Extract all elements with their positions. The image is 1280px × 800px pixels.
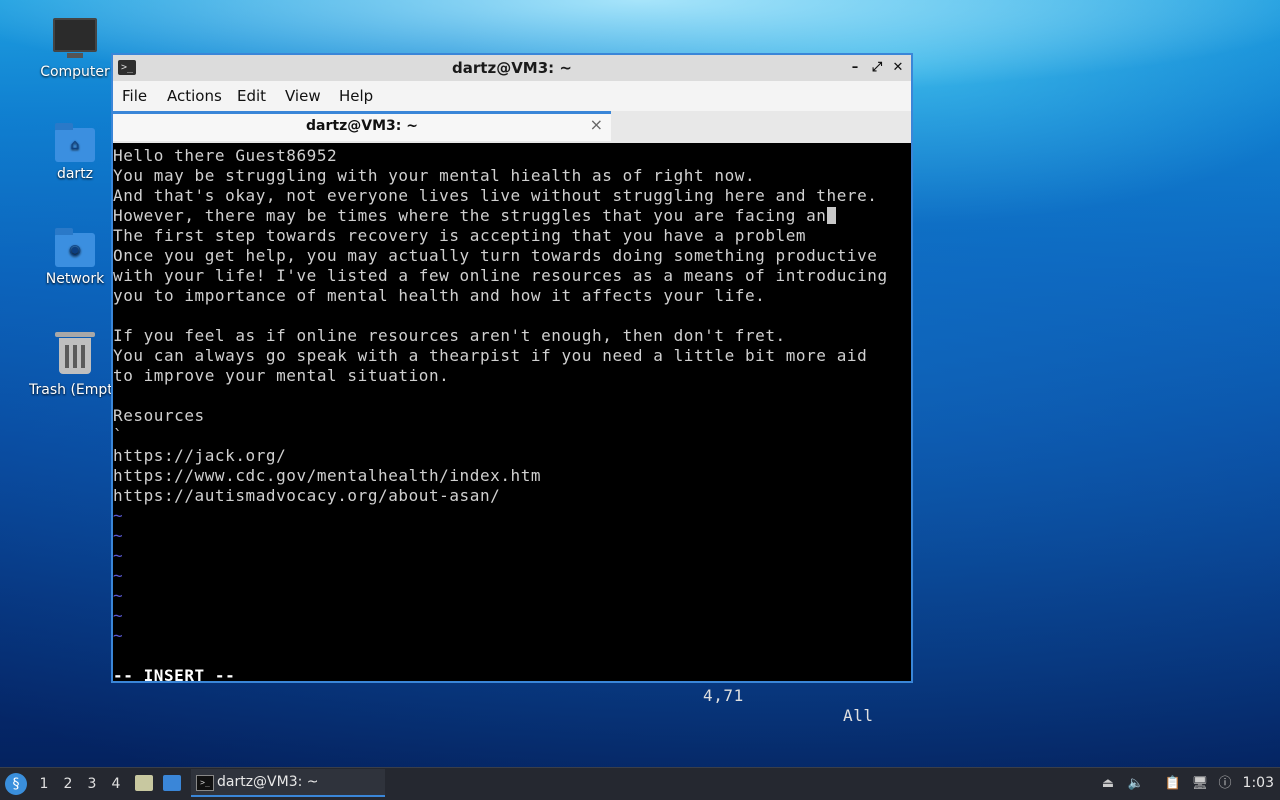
- taskbar-task-terminal[interactable]: >_ dartz@VM3: ~: [191, 769, 385, 797]
- network-folder-icon: ◉: [55, 228, 95, 267]
- terminal-line: However, there may be times where the st…: [113, 206, 911, 226]
- tab-terminal[interactable]: dartz@VM3: ~ ×: [113, 111, 611, 141]
- workspace-1[interactable]: 1: [33, 774, 55, 794]
- terminal-line: with your life! I've listed a few online…: [113, 266, 888, 285]
- empty-line-marker: ~: [113, 506, 124, 525]
- desktop-icon-trash[interactable]: Trash (Empty): [29, 332, 121, 398]
- menu-file[interactable]: File: [122, 87, 147, 105]
- empty-line-marker: ~: [113, 526, 124, 545]
- tab-bar: dartz@VM3: ~ ×: [113, 111, 911, 143]
- window-titlebar[interactable]: >_ dartz@VM3: ~ – ⤢ ✕: [113, 55, 911, 81]
- start-menu-icon[interactable]: §: [5, 773, 27, 795]
- vim-status-line: -- INSERT -- 4,71 All: [113, 646, 911, 725]
- clipboard-icon[interactable]: 📋: [1164, 775, 1182, 793]
- terminal-line: Once you get help, you may actually turn…: [113, 246, 878, 265]
- menu-edit[interactable]: Edit: [237, 87, 266, 105]
- text-cursor: [826, 207, 836, 224]
- terminal-line: `: [113, 426, 124, 445]
- show-desktop-icon[interactable]: [163, 775, 181, 791]
- menu-help[interactable]: Help: [339, 87, 373, 105]
- terminal-area[interactable]: Hello there Guest86952 You may be struggl…: [113, 143, 911, 725]
- menu-actions[interactable]: Actions: [167, 87, 222, 105]
- menu-bar: File Actions Edit View Help: [113, 81, 911, 111]
- terminal-line: you to importance of mental health and h…: [113, 286, 766, 305]
- terminal-line: Hello there Guest86952: [113, 146, 338, 165]
- terminal-line: https://jack.org/: [113, 446, 287, 465]
- tab-label: dartz@VM3: ~: [306, 118, 418, 134]
- desktop-icon-label: Trash (Empty): [29, 382, 121, 398]
- terminal-line: https://autismadvocacy.org/about-asan/: [113, 486, 501, 505]
- terminal-line: to improve your mental situation.: [113, 366, 450, 385]
- terminal-line: And that's okay, not everyone lives live…: [113, 186, 878, 205]
- trash-icon: [55, 332, 95, 374]
- network-icon[interactable]: 🖥: [1191, 775, 1209, 793]
- maximize-button[interactable]: ⤢: [867, 58, 887, 78]
- home-folder-icon: ⌂: [55, 123, 95, 162]
- scroll-percent: All: [843, 706, 874, 725]
- terminal-icon: >_: [196, 775, 214, 791]
- empty-line-marker: ~: [113, 606, 124, 625]
- menu-view[interactable]: View: [285, 87, 321, 105]
- empty-line-marker: ~: [113, 566, 124, 585]
- workspace-2[interactable]: 2: [57, 774, 79, 794]
- window-title: dartz@VM3: ~: [452, 59, 572, 77]
- file-manager-icon[interactable]: [135, 775, 153, 791]
- empty-line-marker: ~: [113, 546, 124, 565]
- clock: 1:03: [1242, 775, 1274, 791]
- close-button[interactable]: ✕: [888, 58, 908, 78]
- terminal-line: https://www.cdc.gov/mentalhealth/index.h…: [113, 466, 542, 485]
- cursor-position: 4,71: [703, 686, 744, 705]
- empty-line-marker: ~: [113, 586, 124, 605]
- empty-line-marker: ~: [113, 626, 124, 645]
- minimize-button[interactable]: –: [845, 58, 865, 78]
- workspace-4[interactable]: 4: [105, 774, 127, 794]
- terminal-line: You may be struggling with your mental h…: [113, 166, 756, 185]
- terminal-line: The first step towards recovery is accep…: [113, 226, 807, 245]
- taskbar: § 1 2 3 4 >_ dartz@VM3: ~ ⏏ 🔈 📋 🖥 ⓘ 1:03: [0, 767, 1280, 800]
- terminal-line: You can always go speak with a thearpist…: [113, 346, 868, 365]
- workspace-3[interactable]: 3: [81, 774, 103, 794]
- eject-icon[interactable]: ⏏: [1099, 775, 1117, 793]
- task-label: dartz@VM3: ~: [217, 774, 319, 790]
- vim-mode: -- INSERT --: [113, 666, 236, 685]
- terminal-window: >_ dartz@VM3: ~ – ⤢ ✕ File Actions Edit …: [111, 53, 913, 725]
- computer-icon: [53, 18, 97, 58]
- terminal-line: Resources: [113, 406, 205, 425]
- volume-icon[interactable]: 🔈: [1127, 775, 1145, 793]
- terminal-text: Hello there Guest86952 You may be struggl…: [113, 146, 911, 646]
- notification-icon[interactable]: ⓘ: [1216, 775, 1234, 793]
- tab-close-icon[interactable]: ×: [590, 115, 603, 134]
- terminal-line: If you feel as if online resources aren'…: [113, 326, 786, 345]
